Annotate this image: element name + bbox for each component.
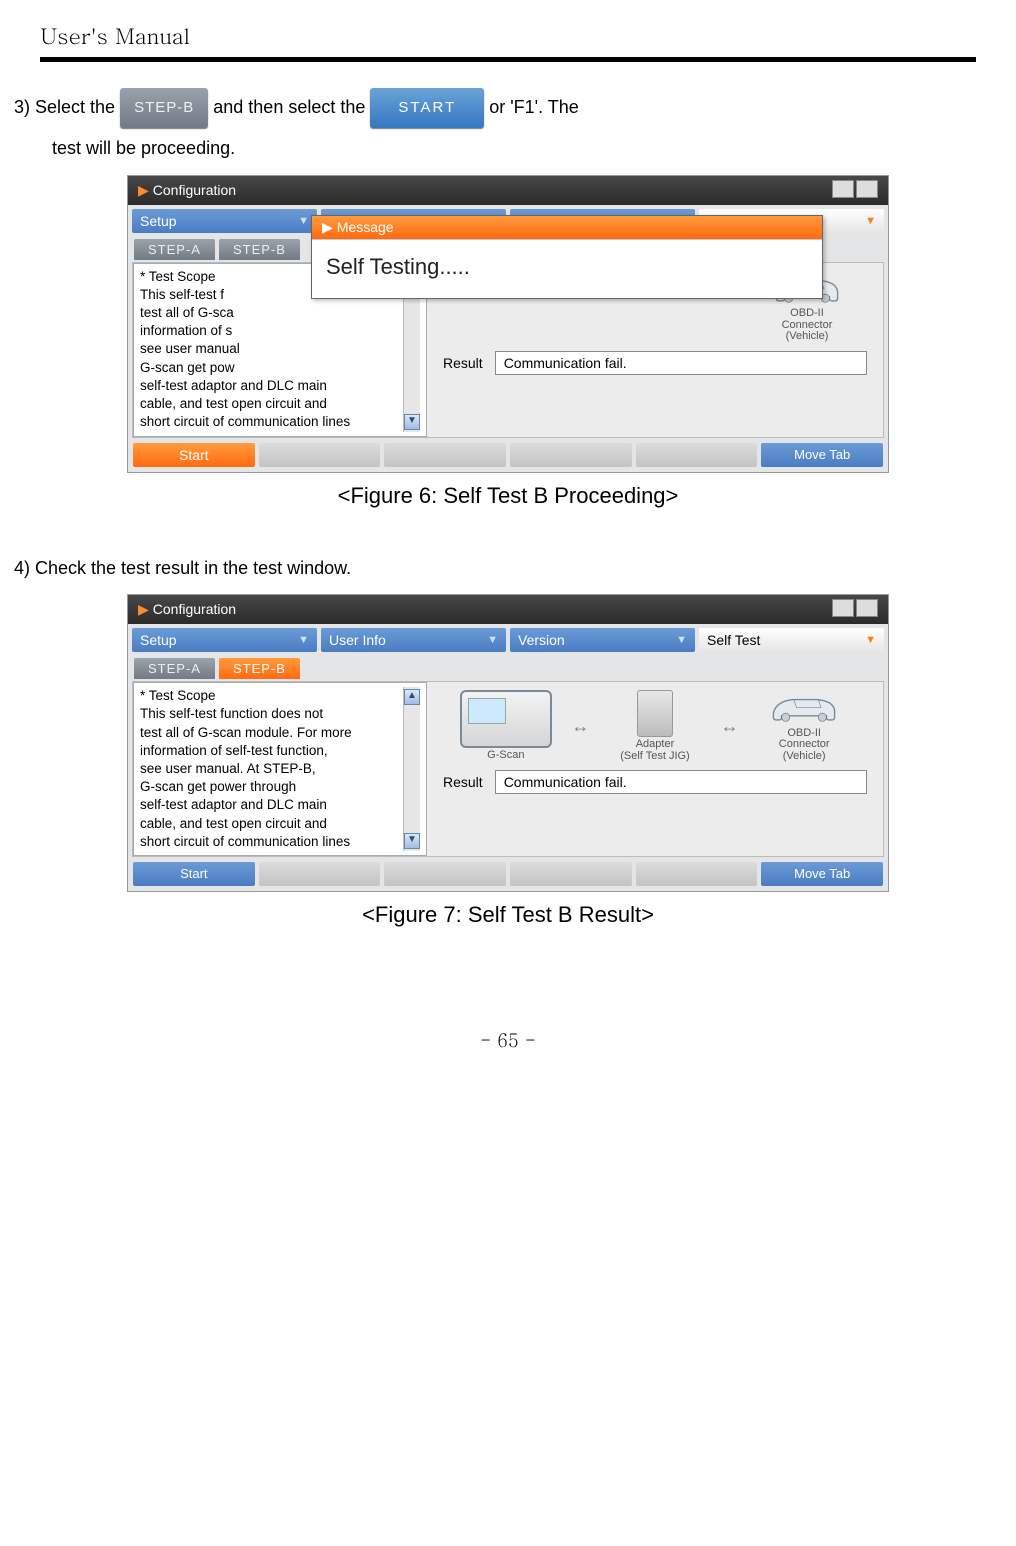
bottom-bar: Start Move Tab [128,438,888,472]
connection-diagram: G-Scan ↔ Adapter(Self Test JIG) ↔ [427,682,883,856]
test-scope-panel: * Test Scope This self-test function doe… [133,682,427,856]
window-title: Configuration [153,601,236,617]
step3-post: or 'F1'. The [489,97,579,117]
figure-6-caption: <Figure 6: Self Test B Proceeding> [40,483,976,509]
close-icon[interactable] [856,599,878,617]
arrow-icon: ↔ [571,716,589,737]
close-icon[interactable] [856,180,878,198]
tab-setup[interactable]: Setup ▼ [132,628,317,652]
message-title: Message [337,219,394,235]
empty-button-1 [259,443,381,467]
step-b-inline-button-image: STEP-B [120,88,208,128]
window-titlebar: ▶Configuration [128,595,888,624]
tab-setup-label: Setup [140,632,177,648]
start-inline-button-image: START [370,88,484,128]
chevron-down-icon: ▼ [298,215,309,227]
result-label: Result [443,774,483,790]
result-value: Communication fail. [495,351,867,375]
chevron-down-icon: ▼ [865,215,876,227]
step-3-text: 3) Select the STEP-B and then select the… [14,88,976,169]
step-a-tab[interactable]: STEP-A [134,239,215,260]
step-4-text: 4) Check the test result in the test win… [14,549,976,589]
obd-label: OBD-IIConnector(Vehicle) [779,728,830,763]
result-row: Result Communication fail. [443,351,867,375]
tab-self-test[interactable]: Self Test ▼ [699,628,884,652]
window-title: Configuration [153,182,236,198]
figure-7-caption: <Figure 7: Self Test B Result> [40,902,976,928]
gscan-device: G-Scan [446,690,566,762]
start-button[interactable]: Start [133,862,255,886]
step3-line2: test will be proceeding. [52,129,976,169]
empty-button-3 [510,862,632,886]
move-tab-button[interactable]: Move Tab [761,862,883,886]
scroll-down-icon[interactable]: ▼ [404,833,420,849]
empty-button-3 [510,443,632,467]
car-device: OBD-IIConnector(Vehicle) [744,690,864,762]
chevron-down-icon: ▼ [298,634,309,646]
scroll-up-icon[interactable]: ▲ [404,689,420,705]
gscan-label: G-Scan [487,750,524,762]
triangle-icon: ▶ [322,219,333,235]
tab-user-info-label: User Info [329,632,386,648]
gscan-icon [460,690,552,748]
top-tabs: Setup ▼ User Info ▼ Version ▼ Self Test ▼ [128,624,888,656]
scroll-down-icon[interactable]: ▼ [404,414,420,430]
result-label: Result [443,355,483,371]
triangle-icon: ▶ [138,182,149,198]
step-b-tab-active[interactable]: STEP-B [219,658,300,679]
empty-button-4 [636,443,758,467]
window-titlebar: ▶Configuration [128,176,888,205]
scrollbar[interactable]: ▲▼ [403,687,420,851]
step-b-tab[interactable]: STEP-B [219,239,300,260]
message-body: Self Testing..... [312,239,822,298]
chevron-down-icon: ▼ [676,634,687,646]
window-buttons [830,180,878,201]
work-area: * Test Scope This self-test f test all o… [132,262,884,438]
move-tab-button[interactable]: Move Tab [761,443,883,467]
tab-version-label: Version [518,632,565,648]
obd-label: OBD-IIConnector(Vehicle) [782,308,833,343]
empty-button-2 [384,443,506,467]
maximize-icon[interactable] [832,599,854,617]
tab-setup[interactable]: Setup ▼ [132,209,317,233]
empty-button-1 [259,862,381,886]
work-area: * Test Scope This self-test function doe… [132,681,884,857]
tab-self-test-label: Self Test [707,632,760,648]
tab-setup-label: Setup [140,213,177,229]
empty-button-4 [636,862,758,886]
message-titlebar: ▶Message [312,216,822,239]
triangle-icon: ▶ [138,601,149,617]
figure-7-screenshot: ▶Configuration Setup ▼ User Info ▼ Version… [127,594,889,892]
message-dialog: ▶Message Self Testing..... [311,215,823,299]
tab-version[interactable]: Version ▼ [510,628,695,652]
start-button[interactable]: Start [133,443,255,467]
tab-user-info[interactable]: User Info ▼ [321,628,506,652]
figure-6-screenshot: ▶Configuration Setup▼ User Info▼ Version… [127,175,889,473]
maximize-icon[interactable] [832,180,854,198]
step-a-tab[interactable]: STEP-A [134,658,215,679]
car-icon [749,690,859,725]
step3-mid: and then select the [213,97,370,117]
chevron-down-icon: ▼ [865,634,876,646]
step3-pre: 3) Select the [14,97,120,117]
window-buttons [830,599,878,620]
test-scope-text: * Test Scope This self-test function doe… [140,687,403,851]
page-number: - 65 - [40,1028,976,1053]
step-tabs: STEP-A STEP-B [128,656,888,681]
bottom-bar: Start Move Tab [128,857,888,891]
adapter-icon [637,690,673,737]
adapter-label: Adapter(Self Test JIG) [620,739,689,762]
result-value: Communication fail. [495,770,867,794]
chevron-down-icon: ▼ [487,634,498,646]
empty-button-2 [384,862,506,886]
result-row: Result Communication fail. [443,770,867,794]
page-header: User's Manual [40,20,976,60]
connection-diagram: OBD-IIConnector(Vehicle) Result Communic… [427,263,883,437]
adapter-device: Adapter(Self Test JIG) [595,690,715,762]
arrow-icon: ↔ [721,716,739,737]
